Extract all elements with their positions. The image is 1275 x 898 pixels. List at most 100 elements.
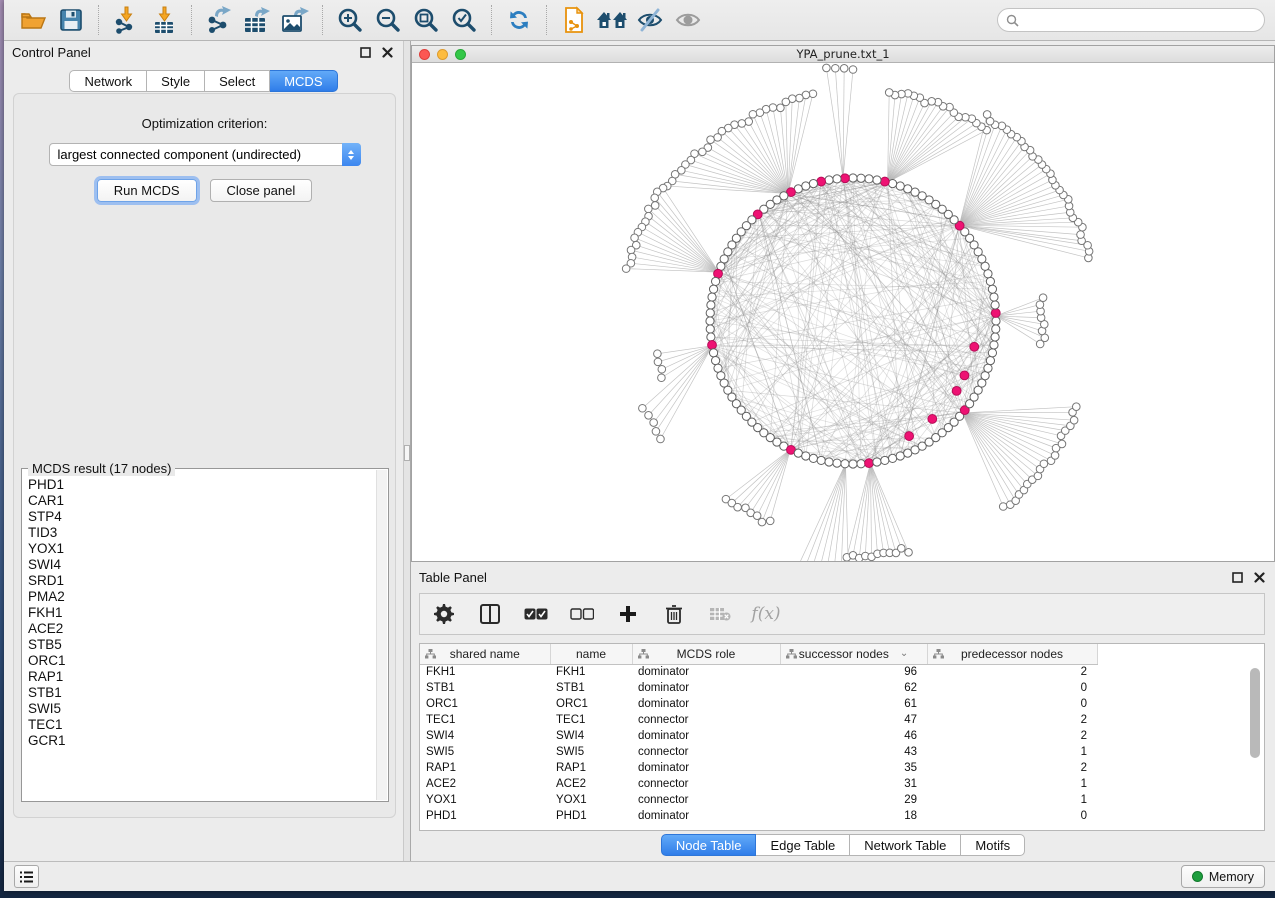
graph-leaf-node[interactable] (654, 358, 662, 366)
minimize-window-icon[interactable] (437, 49, 448, 60)
column-header-mcds-role[interactable]: MCDS role (632, 644, 780, 664)
graph-node[interactable] (817, 456, 825, 464)
table-cell-successors[interactable]: 35 (780, 760, 927, 776)
table-cell-predecessors[interactable]: 0 (927, 696, 1097, 712)
table-cell-predecessors[interactable]: 2 (927, 760, 1097, 776)
table-row[interactable]: ORC1ORC1dominator610 (420, 696, 1097, 712)
graph-leaf-node[interactable] (738, 120, 746, 128)
graph-leaf-node[interactable] (1051, 452, 1059, 460)
graph-node[interactable] (992, 325, 1000, 333)
tab-node-table[interactable]: Node Table (661, 834, 757, 856)
table-cell-shared-name[interactable]: SWI4 (420, 728, 550, 744)
graph-mcds-node[interactable] (970, 342, 979, 351)
table-cell-role[interactable]: dominator (632, 728, 780, 744)
graph-node[interactable] (991, 301, 999, 309)
table-cell-predecessors[interactable]: 1 (927, 776, 1097, 792)
memory-button[interactable]: Memory (1181, 865, 1265, 888)
graph-node[interactable] (841, 460, 849, 468)
table-cell-role[interactable]: dominator (632, 760, 780, 776)
graph-leaf-node[interactable] (639, 404, 647, 412)
graph-leaf-node[interactable] (627, 246, 635, 254)
graph-node[interactable] (988, 285, 996, 293)
graph-node[interactable] (714, 364, 722, 372)
graph-mcds-node[interactable] (708, 341, 717, 350)
close-window-icon[interactable] (419, 49, 430, 60)
task-history-button[interactable] (14, 865, 39, 888)
table-row[interactable]: ACE2ACE2connector311 (420, 776, 1097, 792)
zoom-in-icon[interactable] (331, 3, 369, 37)
tab-network[interactable]: Network (69, 70, 147, 92)
table-cell-role[interactable]: dominator (632, 696, 780, 712)
graph-leaf-node[interactable] (657, 435, 665, 443)
houses-icon[interactable] (593, 3, 631, 37)
network-canvas[interactable] (412, 63, 1274, 561)
table-cell-shared-name[interactable]: TEC1 (420, 712, 550, 728)
table-cell-shared-name[interactable]: PHD1 (420, 808, 550, 824)
table-cell-shared-name[interactable]: ACE2 (420, 776, 550, 792)
column-layout-icon[interactable] (478, 601, 502, 627)
maximize-window-icon[interactable] (455, 49, 466, 60)
splitter-grip[interactable] (404, 445, 410, 461)
graph-node[interactable] (981, 372, 989, 380)
graph-node[interactable] (857, 174, 865, 182)
table-cell-shared-name[interactable]: RAP1 (420, 760, 550, 776)
graph-leaf-node[interactable] (898, 545, 906, 553)
mcds-result-item[interactable]: SWI5 (28, 701, 376, 717)
graph-leaf-node[interactable] (849, 66, 857, 74)
graph-leaf-node[interactable] (840, 65, 848, 73)
graph-node[interactable] (896, 452, 904, 460)
graph-leaf-node[interactable] (928, 98, 936, 106)
mcds-result-item[interactable]: PHD1 (28, 477, 376, 493)
table-cell-successors[interactable]: 61 (780, 696, 927, 712)
graph-node[interactable] (881, 456, 889, 464)
mcds-result-item[interactable]: PMA2 (28, 589, 376, 605)
graph-leaf-node[interactable] (999, 503, 1007, 511)
table-cell-shared-name[interactable]: STB1 (420, 680, 550, 696)
mcds-result-item[interactable]: ACE2 (28, 621, 376, 637)
graph-leaf-node[interactable] (1072, 403, 1080, 411)
graph-leaf-node[interactable] (622, 265, 630, 273)
close-panel-button[interactable]: Close panel (210, 179, 313, 202)
graph-node[interactable] (849, 174, 857, 182)
deselect-all-icon[interactable] (570, 601, 594, 627)
table-cell-shared-name[interactable]: FKH1 (420, 664, 550, 680)
graph-mcds-node[interactable] (865, 459, 874, 468)
graph-mcds-node[interactable] (952, 386, 961, 395)
zoom-fit-icon[interactable] (407, 3, 445, 37)
graph-leaf-node[interactable] (707, 136, 715, 144)
graph-node[interactable] (833, 459, 841, 467)
graph-mcds-node[interactable] (817, 177, 826, 186)
graph-leaf-node[interactable] (645, 411, 653, 419)
table-row[interactable]: FKH1FKH1dominator962 (420, 664, 1097, 680)
save-session-icon[interactable] (52, 3, 90, 37)
refresh-layout-icon[interactable] (500, 3, 538, 37)
export-network-icon[interactable] (200, 3, 238, 37)
mcds-result-item[interactable]: SRD1 (28, 573, 376, 589)
mcds-result-item[interactable]: FKH1 (28, 605, 376, 621)
graph-node[interactable] (794, 449, 802, 457)
graph-node[interactable] (988, 349, 996, 357)
graph-leaf-node[interactable] (734, 503, 742, 511)
graph-leaf-node[interactable] (885, 89, 893, 97)
graph-mcds-node[interactable] (960, 371, 969, 380)
graph-leaf-node[interactable] (1036, 301, 1044, 309)
table-cell-role[interactable]: connector (632, 744, 780, 760)
graph-node[interactable] (992, 317, 1000, 325)
graph-node[interactable] (896, 182, 904, 190)
table-cell-successors[interactable]: 62 (780, 680, 927, 696)
table-cell-successors[interactable]: 47 (780, 712, 927, 728)
table-cell-predecessors[interactable]: 2 (927, 664, 1097, 680)
table-row[interactable]: STB1STB1dominator620 (420, 680, 1097, 696)
mcds-result-item[interactable]: STB5 (28, 637, 376, 653)
vertical-splitter[interactable] (403, 41, 411, 861)
table-scrollbar-thumb[interactable] (1250, 668, 1260, 758)
graph-node[interactable] (990, 293, 998, 301)
table-scrollbar[interactable] (1250, 668, 1261, 826)
graph-leaf-node[interactable] (1077, 231, 1085, 239)
graph-leaf-node[interactable] (749, 110, 757, 118)
graph-leaf-node[interactable] (777, 104, 785, 112)
graph-leaf-node[interactable] (756, 109, 764, 117)
graph-node[interactable] (706, 317, 714, 325)
table-cell-predecessors[interactable]: 0 (927, 808, 1097, 824)
mcds-result-item[interactable]: STP4 (28, 509, 376, 525)
